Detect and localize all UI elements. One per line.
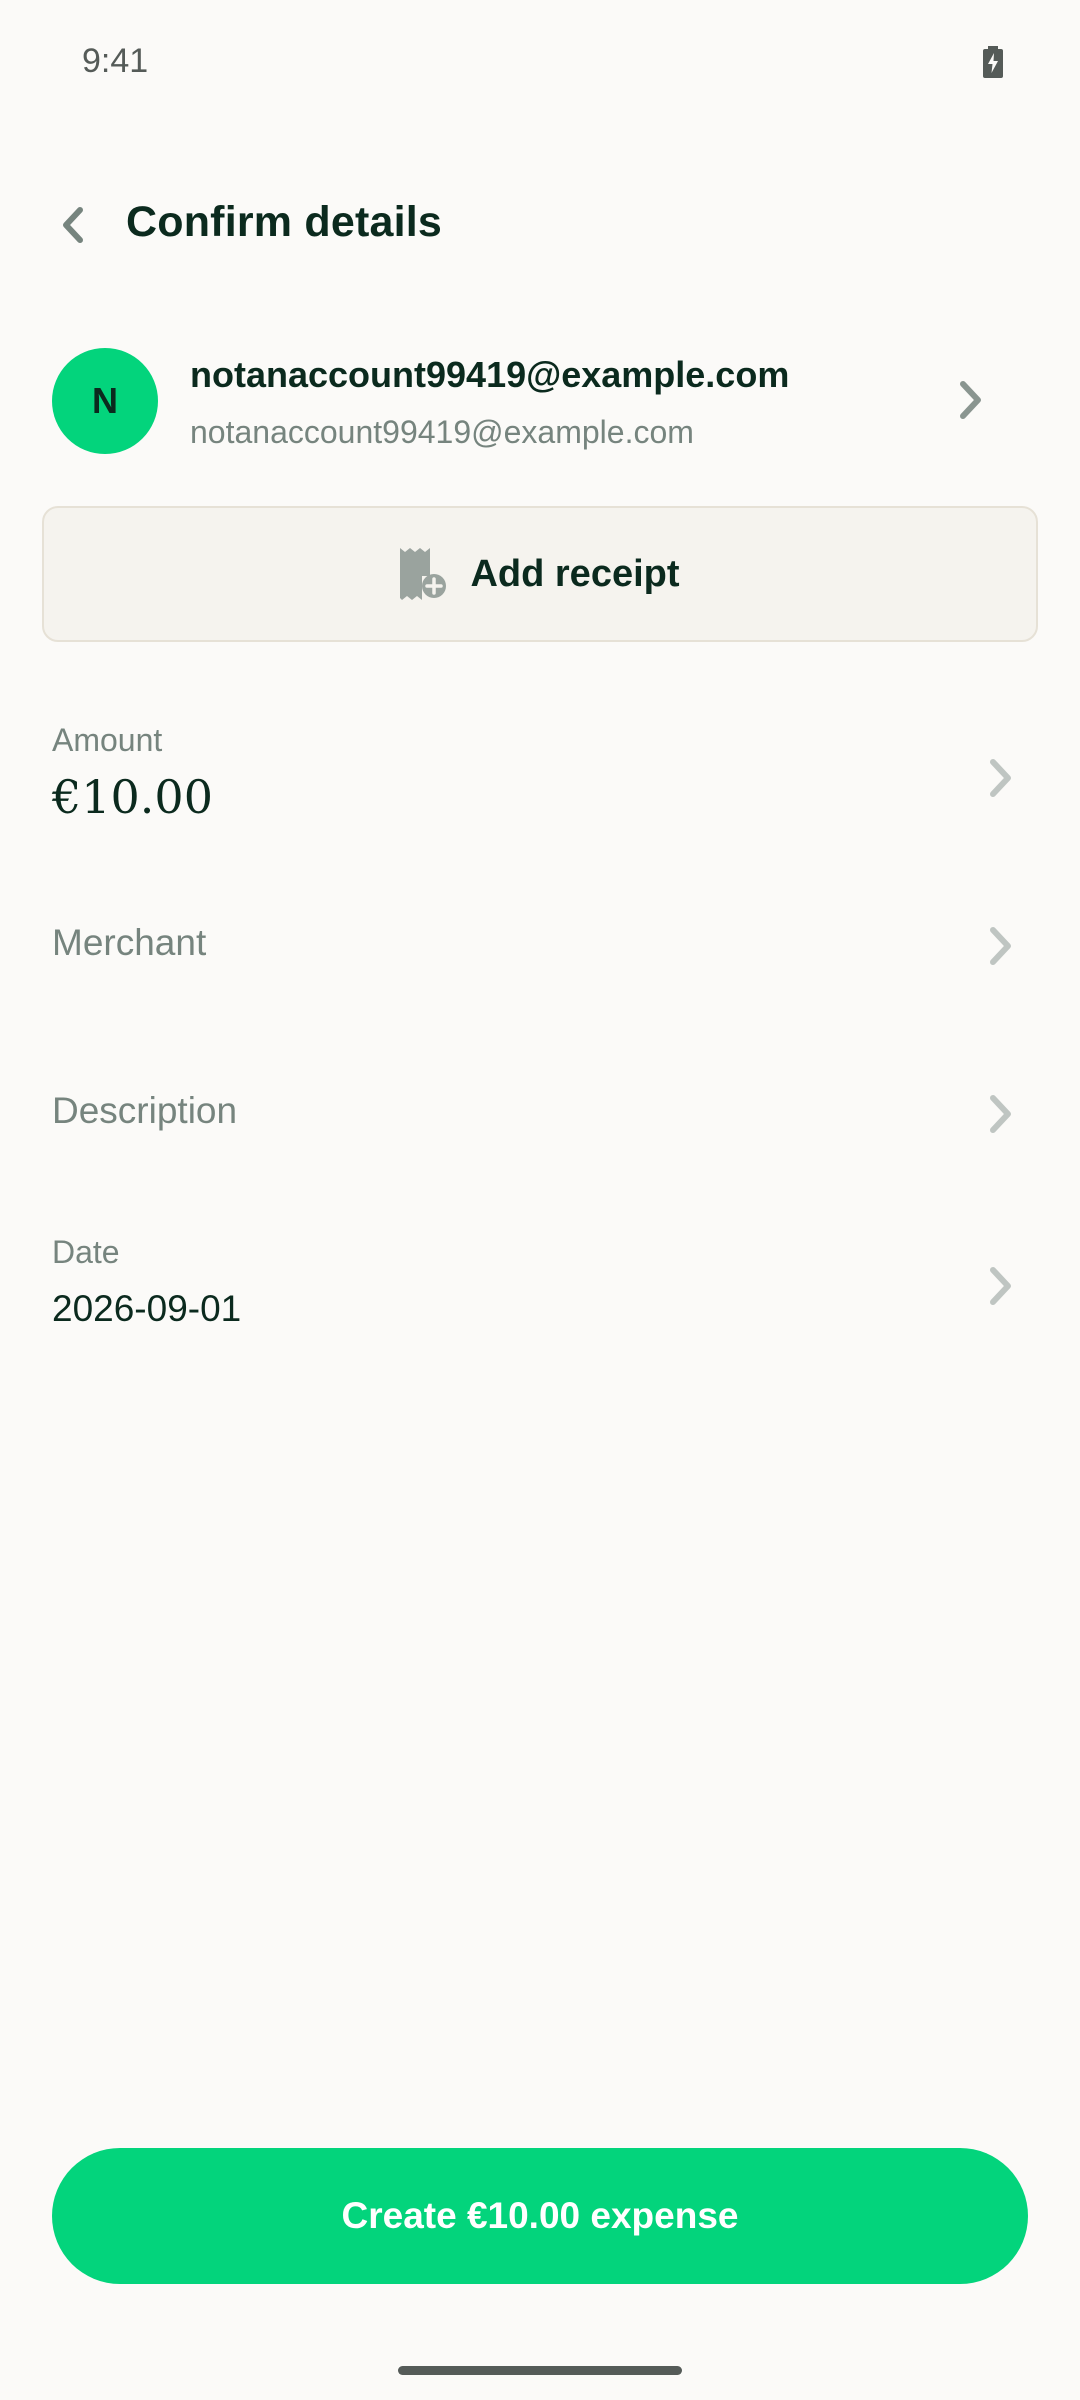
description-field[interactable]: Description [0,1068,1080,1168]
back-button[interactable] [40,192,106,258]
avatar-initial: N [92,380,118,421]
amount-value: €10.00 [52,770,213,824]
status-bar: 9:41 [0,0,1080,110]
recipient-name: notanaccount99419@example.com [190,354,790,395]
merchant-label: Merchant [52,922,207,963]
create-expense-label: Create €10.00 expense [341,2195,739,2236]
confirm-details-screen: 9:41 Confirm details N notanaccount99419… [0,0,1080,2400]
date-value: 2026-09-01 [52,1288,242,1329]
receipt-plus-icon [400,548,447,600]
chevron-right-icon [990,1095,1011,1133]
header: Confirm details [0,180,1080,270]
create-expense-button[interactable]: Create €10.00 expense [52,2148,1028,2284]
chevron-left-icon [63,207,83,243]
add-receipt-label: Add receipt [470,552,680,595]
recipient-row[interactable]: N notanaccount99419@example.com notanacc… [0,340,1080,470]
date-field[interactable]: Date 2026-09-01 [0,1222,1080,1352]
page-title: Confirm details [126,198,442,246]
date-label: Date [52,1234,120,1270]
amount-label: Amount [52,722,163,758]
chevron-right-icon [960,381,981,419]
home-indicator[interactable] [398,2366,682,2375]
status-time: 9:41 [82,42,149,80]
add-receipt-button[interactable]: Add receipt [42,506,1038,642]
merchant-field[interactable]: Merchant [0,900,1080,1000]
avatar: N [52,348,158,454]
description-label: Description [52,1090,238,1131]
chevron-right-icon [990,759,1011,797]
chevron-right-icon [990,927,1011,965]
recipient-email: notanaccount99419@example.com [190,414,694,450]
battery-charging-icon [983,46,1003,78]
amount-field[interactable]: Amount €10.00 [0,710,1080,840]
chevron-right-icon [990,1267,1011,1305]
